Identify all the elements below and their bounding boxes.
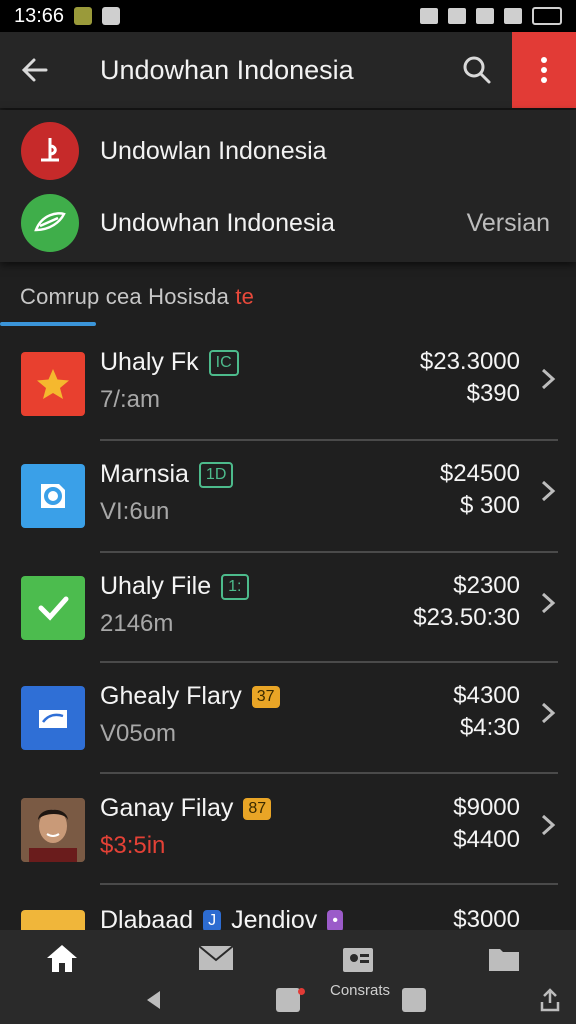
- item-subtitle: VI:6un: [100, 498, 170, 525]
- item-subtitle: V05om: [100, 720, 177, 747]
- divider: [100, 661, 558, 663]
- avatar: [21, 798, 85, 862]
- item-badge: J: [203, 909, 222, 932]
- section-heading: Comrup cea Hosisda te: [20, 284, 254, 310]
- arrow-back-icon: [21, 58, 48, 82]
- item-badge: 87: [243, 797, 272, 820]
- wifi-icon: [476, 8, 494, 24]
- chevron-right-icon: [541, 592, 556, 614]
- nav-files[interactable]: [484, 938, 524, 978]
- folder-icon: [489, 949, 519, 971]
- item-price-primary: $4300: [453, 682, 520, 709]
- item-price-secondary: $4400: [453, 826, 520, 853]
- item-title: Marnsia: [100, 460, 189, 488]
- bottom-navigation: Consrats: [0, 930, 576, 1024]
- item-subtitle: $3:5in: [100, 832, 166, 859]
- section-heading-accent: te: [235, 284, 255, 309]
- contacts-icon: [343, 948, 373, 972]
- divider: [100, 772, 558, 774]
- item-badge-secondary: •: [327, 909, 343, 932]
- list-item[interactable]: Marnsia 1D VI:6un $24500 $ 300: [0, 442, 576, 552]
- notification-dot: [298, 988, 305, 995]
- account-row[interactable]: Undowlan Indonesia: [0, 114, 576, 188]
- item-price-secondary: $ 300: [459, 492, 520, 519]
- item-title: Ghealy Flary: [100, 682, 242, 710]
- divider: [100, 439, 558, 441]
- item-subtitle: 2146m: [100, 610, 174, 637]
- alarm-icon: [420, 8, 438, 24]
- signal-icon: [448, 8, 466, 24]
- list-item[interactable]: Ghealy Flary 37 V05om $4300 $4:30: [0, 664, 576, 774]
- item-price-secondary: $390: [466, 380, 520, 407]
- divider: [100, 551, 558, 553]
- item-price-primary: $9000: [453, 794, 520, 821]
- item-price-primary: $24500: [439, 460, 520, 487]
- item-badge: IC: [208, 349, 239, 376]
- chevron-right-icon: [541, 702, 556, 724]
- item-badge: 1D: [198, 461, 234, 488]
- leaf-logo-icon: [21, 194, 79, 252]
- more-vert-icon: [541, 57, 547, 83]
- item-subtitle: 7/:am: [100, 386, 161, 413]
- list-item[interactable]: Uhaly File 1: 2146m $2300 $23.50:30: [0, 554, 576, 664]
- mail-icon: [198, 945, 234, 970]
- search-button[interactable]: [442, 32, 512, 108]
- location-app-icon: [21, 464, 85, 528]
- account-name: Undowhan Indonesia: [100, 208, 335, 237]
- nav-label: Consrats: [330, 982, 391, 999]
- overflow-menu-button[interactable]: [512, 32, 576, 108]
- version-label: Versian: [466, 208, 550, 237]
- list-item[interactable]: Ganay Filay 87 $3:5in $9000 $4400: [0, 776, 576, 886]
- section-underline: [0, 322, 96, 326]
- mail-app-icon: [21, 686, 85, 750]
- chevron-right-icon: [541, 368, 556, 390]
- item-price-primary: $2300: [453, 572, 520, 599]
- chevron-right-icon: [541, 480, 556, 502]
- home-square-button[interactable]: [276, 988, 300, 1012]
- back-triangle-icon[interactable]: [142, 988, 166, 1012]
- nav-mail[interactable]: [196, 938, 236, 978]
- item-badge: 1:: [221, 573, 249, 600]
- status-bar: 13:66: [0, 0, 576, 32]
- battery-icon: [532, 7, 562, 25]
- item-title: Ganay Filay: [100, 794, 234, 822]
- mail-notification-icon: [102, 7, 121, 25]
- back-button[interactable]: [0, 32, 70, 108]
- search-icon: [463, 56, 491, 84]
- divider: [100, 883, 558, 885]
- page-title: Undowhan Indonesia: [100, 54, 354, 85]
- item-price-primary: $23.3000: [419, 348, 520, 375]
- chevron-right-icon: [541, 814, 556, 836]
- item-title: Uhaly File: [100, 572, 212, 600]
- account-name: Undowlan Indonesia: [100, 136, 327, 165]
- check-app-icon: [21, 576, 85, 640]
- status-time: 13:66: [14, 4, 65, 27]
- cell-signal-icon: [504, 8, 522, 24]
- home-icon: [47, 945, 77, 972]
- brand-logo-icon: [21, 122, 79, 180]
- notification-icon: [74, 7, 93, 25]
- item-badge: 37: [251, 685, 280, 708]
- account-switcher: Undowlan Indonesia Undowhan Indonesia Ve…: [0, 110, 576, 262]
- item-title: Uhaly Fk: [100, 348, 199, 376]
- star-app-icon: [21, 352, 85, 416]
- nav-contacts[interactable]: [338, 938, 378, 978]
- nav-home[interactable]: [42, 938, 82, 978]
- list-item[interactable]: Uhaly Fk IC 7/:am $23.3000 $390: [0, 330, 576, 440]
- app-bar: Undowhan Indonesia: [0, 32, 576, 108]
- item-price-secondary: $23.50:30: [413, 604, 520, 631]
- section-heading-text: Comrup cea Hosisda: [20, 284, 230, 309]
- share-icon[interactable]: [538, 988, 562, 1012]
- account-row[interactable]: Undowhan Indonesia Versian: [0, 186, 576, 260]
- item-price-secondary: $4:30: [459, 714, 520, 741]
- recents-button[interactable]: [402, 988, 426, 1012]
